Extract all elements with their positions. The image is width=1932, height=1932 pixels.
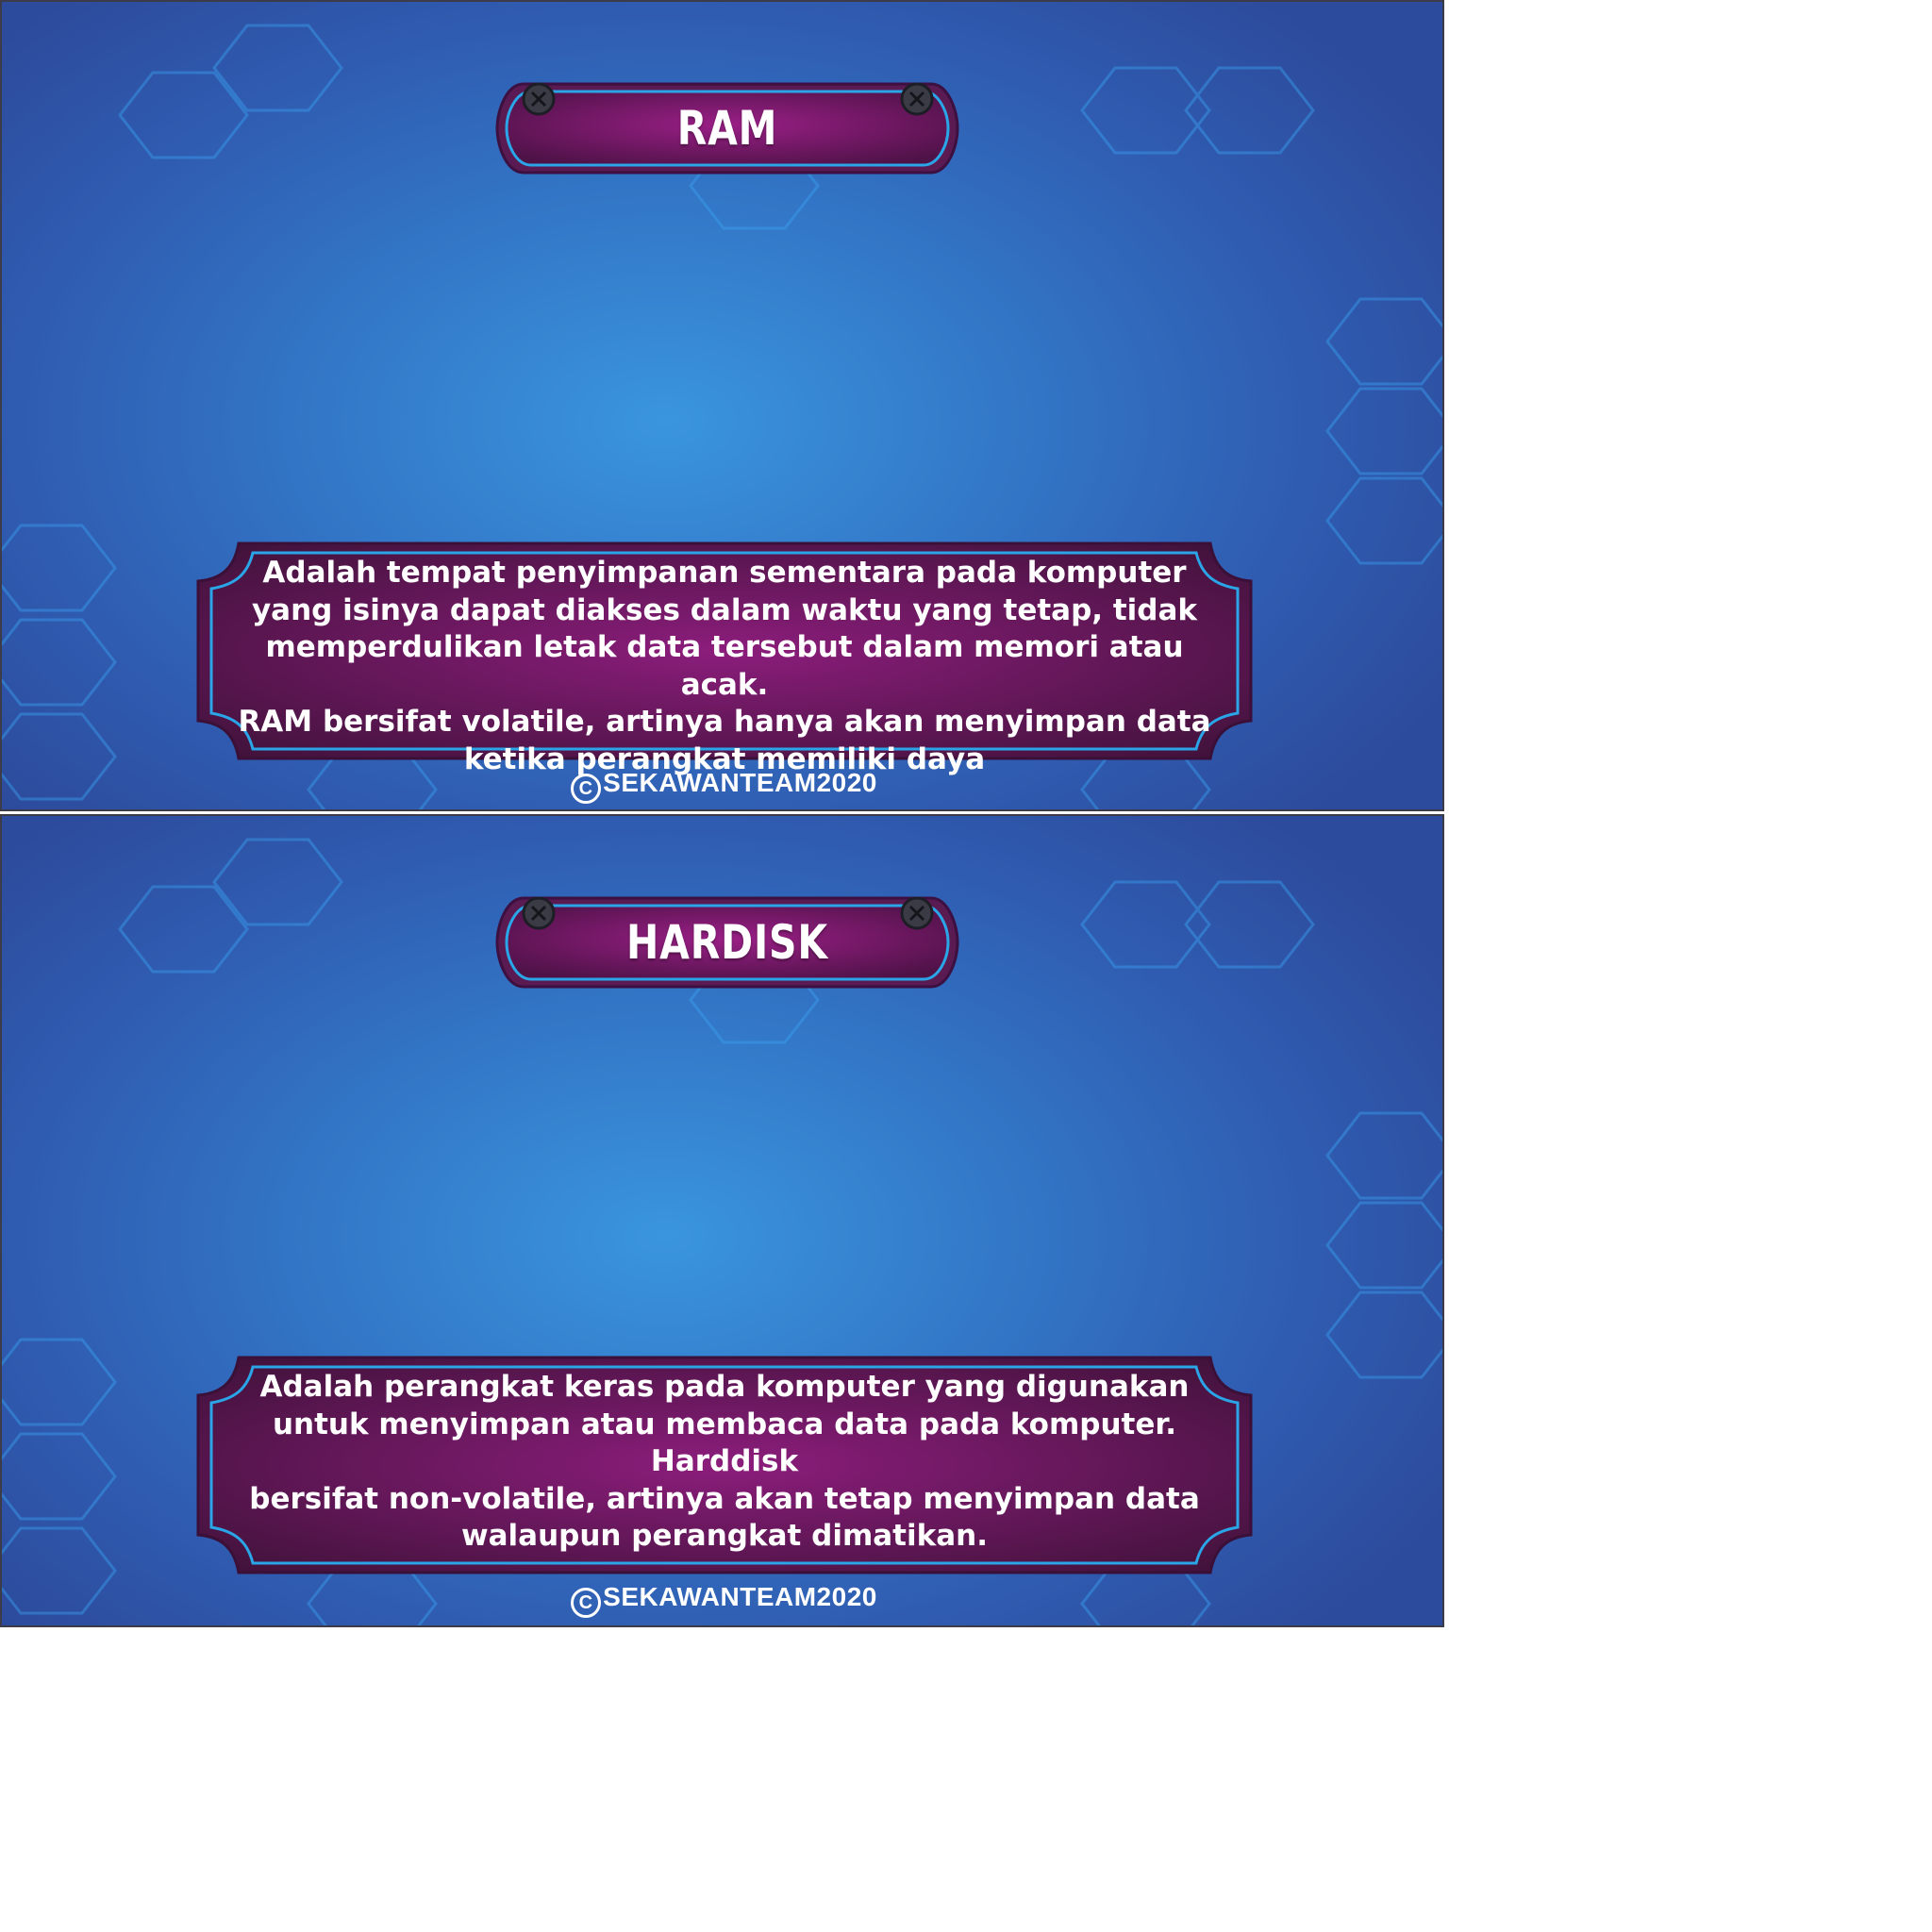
copyright-footer: C SEKAWANTEAM2020: [2, 1582, 1442, 1618]
copyright-text: SEKAWANTEAM2020: [603, 1582, 877, 1611]
slide-ram: RAM Adalah tempat penyimpanan sementara …: [0, 0, 1444, 811]
description-panel: Adalah perangkat keras pada komputer yan…: [196, 1356, 1253, 1574]
slide-hardisk: HARDISK Adalah perangkat keras pada komp…: [0, 814, 1444, 1627]
slide-description: Adalah perangkat keras pada komputer yan…: [249, 1370, 1200, 1553]
copyright-icon: C: [571, 774, 602, 804]
description-panel: Adalah tempat penyimpanan sementara pada…: [196, 541, 1253, 776]
title-banner: RAM: [495, 82, 959, 175]
slide-description: Adalah tempat penyimpanan sementara pada…: [238, 556, 1211, 776]
slide-title: HARDISK: [626, 915, 828, 970]
title-banner: HARDISK: [495, 896, 959, 989]
copyright-footer: C SEKAWANTEAM2020: [2, 768, 1442, 804]
slide-title: RAM: [676, 101, 778, 156]
copyright-text: SEKAWANTEAM2020: [603, 768, 877, 797]
copyright-icon: C: [571, 1588, 602, 1618]
